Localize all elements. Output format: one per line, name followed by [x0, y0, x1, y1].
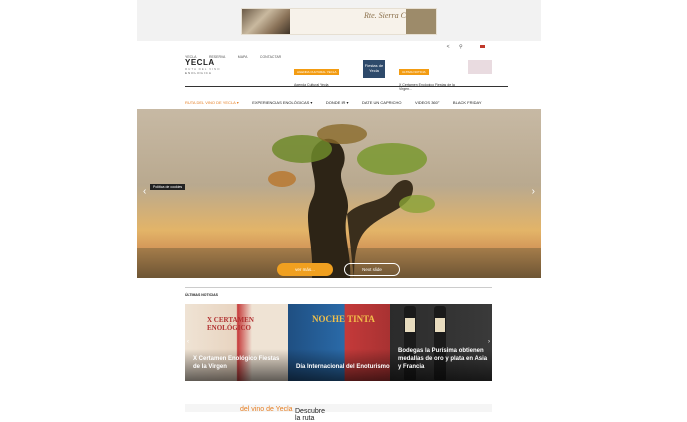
news-card-title: X Certamen Enológico Fiestas de la Virge… [193, 356, 280, 370]
share-icon[interactable]: < [447, 44, 450, 50]
promo-news-text: X Certamen Enologico Fiestas de la Virge… [399, 83, 455, 91]
footer-heading: Descubre la ruta del vino de Yecla [185, 404, 492, 422]
nav-videos-360[interactable]: VIDEOS 360° [415, 100, 440, 105]
fiestas-logo[interactable]: Fiestas de Yecla [363, 60, 385, 78]
ad-photo [242, 9, 290, 34]
ver-mas-button[interactable]: ver más... [277, 263, 333, 276]
nav-experiencias[interactable]: EXPERIENCIAS ENOLÓGICAS ▾ [252, 100, 312, 105]
carousel-next-icon[interactable]: › [488, 339, 490, 345]
promo-agenda-tag: AGENDA CULTURAL YECLA [294, 69, 340, 75]
next-slide-button[interactable]: Next slide [344, 263, 400, 276]
flag-icon[interactable] [472, 44, 485, 50]
ad-bar: Rte. Sierra Cazorla [137, 0, 541, 41]
news-carousel: X CERTAMEN ENOLÓGICO X Certamen Enológic… [185, 304, 492, 381]
search-icon[interactable]: ⚲ [459, 44, 463, 50]
promo-thumbnail[interactable] [468, 60, 492, 74]
nav-date-un-capricho[interactable]: DATE UN CAPRICHO [362, 100, 401, 105]
topnav-mapa[interactable]: MAPA [238, 55, 248, 59]
page: Rte. Sierra Cazorla YECLA RESERVA MAPA C… [137, 0, 541, 422]
ad-logo [406, 9, 436, 34]
nav-black-friday[interactable]: BLACK FRIDAY [453, 100, 482, 105]
top-icons: < ⚲ [439, 44, 485, 50]
hero-vine-image [268, 124, 435, 278]
news-card-title: Día Internacional del Enoturismo [296, 364, 390, 370]
cookies-link[interactable]: Política de cookies [150, 184, 186, 190]
logo-main: YECLA [185, 58, 215, 67]
promo-news-tag: ULTIMA NOTICIA [399, 69, 429, 75]
news-card[interactable]: Bodegas la Purísima obtienen medallas de… [390, 304, 492, 381]
nav-divider [185, 86, 508, 87]
nav-donde-ir[interactable]: DONDE IR ▾ [326, 100, 349, 105]
footer-text-1: Descubre la ruta [295, 408, 325, 422]
logo-sub2: ENOLOGICA [185, 71, 212, 75]
news-card-art-text: NOCHE TINTA [312, 314, 375, 324]
promo-agenda[interactable]: AGENDA CULTURAL YECLA Agenda Cultural Ye… [294, 60, 340, 87]
news-section-title: ÚLTIMAS NOTICIAS [185, 293, 218, 297]
ad-banner[interactable]: Rte. Sierra Cazorla [241, 8, 437, 35]
hero-next-arrow-icon[interactable]: › [532, 186, 535, 197]
topnav-contactar[interactable]: CONTACTAR [260, 55, 281, 59]
carousel-prev-icon[interactable]: ‹ [187, 339, 189, 345]
hero-slider[interactable]: Política de cookies ‹ › ver más... Next … [137, 109, 541, 278]
hero-prev-arrow-icon[interactable]: ‹ [143, 186, 146, 197]
news-card[interactable]: X CERTAMEN ENOLÓGICO X Certamen Enológic… [185, 304, 288, 381]
nav-ruta-del-vino[interactable]: RUTA DEL VINO DE YECLA ▾ [185, 100, 239, 105]
news-divider [185, 287, 492, 288]
news-card-art-text: X CERTAMEN ENOLÓGICO [207, 316, 254, 332]
news-card[interactable]: NOCHE TINTA Día Internacional del Enotur… [288, 304, 390, 381]
site-logo[interactable]: YECLA RUTA DEL VINO ENOLOGICA [185, 58, 221, 75]
news-card-title: Bodegas la Purísima obtienen medallas de… [398, 348, 488, 370]
main-nav: RUTA DEL VINO DE YECLA ▾ EXPERIENCIAS EN… [185, 91, 491, 109]
